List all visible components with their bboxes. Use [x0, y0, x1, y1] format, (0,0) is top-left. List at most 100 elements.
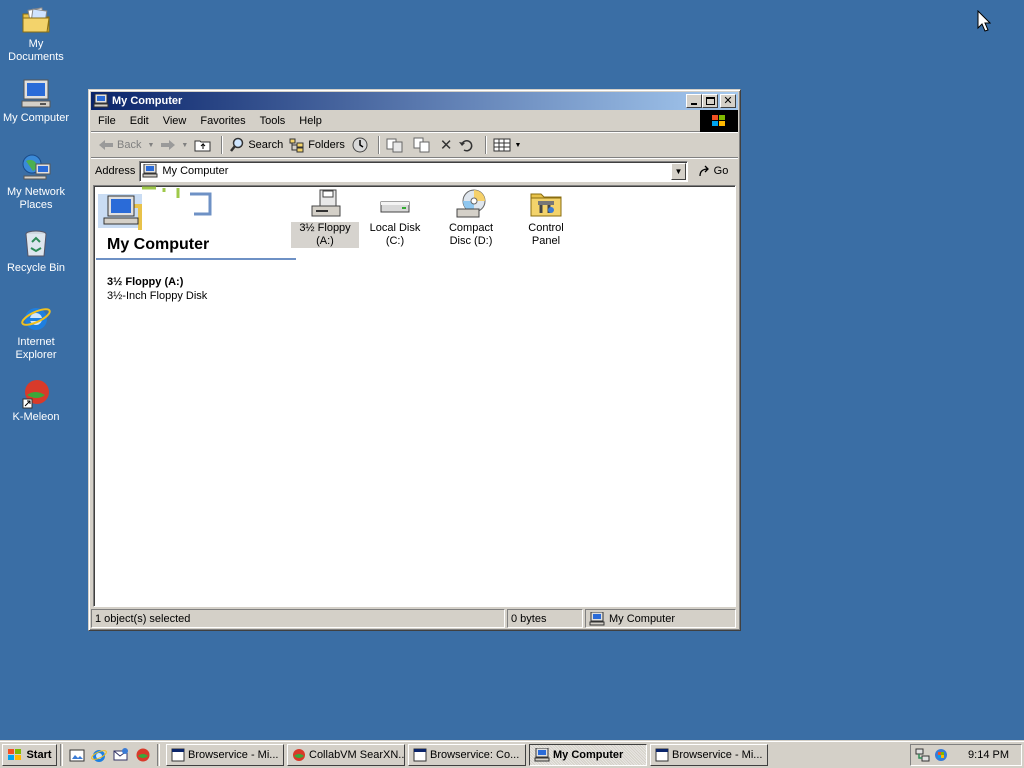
window-title: My Computer [112, 95, 183, 107]
window-icon [171, 748, 185, 761]
my-computer-icon [93, 94, 109, 108]
quicklaunch-k-meleon[interactable] [132, 744, 154, 766]
clock[interactable]: 9:14 PM [968, 749, 1009, 761]
chevron-down-icon: ▼ [147, 141, 155, 149]
taskbar-button-label: CollabVM SearXN... [309, 748, 405, 761]
menu-bar: File Edit View Favorites Tools Help [91, 110, 738, 132]
copy-to-button[interactable] [410, 134, 437, 156]
desktop-icon-label: My Computer [2, 112, 70, 124]
floppy-drive-icon [311, 189, 341, 217]
back-arrow-icon [99, 140, 113, 150]
control-panel-item[interactable]: Control Panel [512, 188, 580, 248]
hard-disk-icon [380, 201, 410, 213]
delete-icon: ✕ [439, 137, 453, 154]
status-size-text: 0 bytes [511, 612, 547, 625]
search-button[interactable]: Search [226, 134, 286, 156]
window-icon [655, 748, 669, 761]
taskbar-button-browservice-2[interactable]: Browservice: Co... [408, 743, 526, 766]
desktop-icon-internet-explorer[interactable]: Internet Explorer [0, 302, 72, 362]
network-tray-icon [915, 748, 930, 762]
my-computer-icon [589, 611, 605, 625]
menu-edit[interactable]: Edit [123, 115, 156, 127]
desktop-icon-label: Internet Explorer [15, 336, 57, 361]
taskbar-button-my-computer[interactable]: My Computer [529, 743, 647, 766]
search-icon [230, 137, 244, 152]
minimize-button[interactable] [686, 94, 702, 108]
menu-view[interactable]: View [156, 115, 194, 127]
maximize-icon [705, 97, 715, 105]
drive-compact-disc-d[interactable]: Compact Disc (D:) [437, 188, 505, 248]
menu-help[interactable]: Help [292, 115, 329, 127]
desktop-icon-label: Recycle Bin [6, 262, 66, 274]
go-label: Go [713, 165, 729, 177]
system-tray: 9:14 PM [910, 744, 1022, 766]
status-selection-text: 1 object(s) selected [95, 612, 191, 625]
forward-arrow-icon [161, 140, 176, 150]
internet-explorer-icon [21, 308, 51, 330]
windows-update-icon [935, 749, 947, 761]
toolbar-separator [377, 136, 380, 154]
drive-label: Control Panel [528, 222, 564, 247]
desktop-icon-network-places[interactable]: My Network Places [0, 152, 72, 212]
address-dropdown-button[interactable]: ▼ [671, 162, 686, 180]
back-button[interactable]: Back ▼ [95, 134, 157, 156]
drive-floppy-a[interactable]: 3½ Floppy (A:) [291, 188, 359, 248]
desktop-icon-label: K-Meleon [12, 411, 60, 423]
desktop-icon-recycle-bin[interactable]: Recycle Bin [0, 228, 72, 275]
minimize-icon [691, 103, 697, 105]
taskbar-button-browservice-3[interactable]: Browservice - Mi... [650, 743, 768, 766]
desktop-icon-label: My Documents [8, 38, 64, 63]
go-arrow-icon [699, 165, 709, 177]
desktop-icon-my-computer[interactable]: My Computer [0, 78, 72, 125]
quicklaunch-internet-explorer[interactable] [88, 744, 110, 766]
address-input[interactable]: My Computer ▼ [139, 160, 688, 182]
taskbar-button-label: Browservice: Co... [430, 748, 520, 761]
close-button[interactable]: ✕ [720, 94, 736, 108]
desktop-icon-k-meleon[interactable]: K-Meleon [0, 377, 72, 424]
selected-item-description: 3½-Inch Floppy Disk [107, 290, 208, 302]
copy-to-icon [413, 137, 430, 153]
k-meleon-icon [22, 380, 49, 409]
up-folder-icon [194, 140, 211, 152]
window-icon [413, 748, 427, 761]
start-button[interactable]: Start [2, 743, 57, 766]
taskbar-button-collabvm[interactable]: CollabVM SearXN... [287, 743, 405, 766]
standard-toolbar: Back ▼ ▼ Search Folders ✕ ▼ [91, 133, 738, 158]
drive-local-disk-c[interactable]: Local Disk (C:) [361, 188, 429, 248]
windows-logo-icon [8, 748, 22, 760]
maximize-button[interactable] [702, 94, 718, 108]
windows-logo-icon [700, 110, 738, 132]
quicklaunch-show-desktop[interactable] [66, 744, 88, 766]
network-places-icon [22, 154, 51, 180]
webview-divider [96, 258, 296, 260]
go-button[interactable]: Go [688, 165, 738, 177]
taskbar-button-label: Browservice - Mi... [188, 748, 279, 761]
menu-favorites[interactable]: Favorites [193, 115, 252, 127]
my-computer-icon [534, 747, 550, 761]
taskbar-button-browservice-1[interactable]: Browservice - Mi... [166, 743, 284, 766]
delete-button[interactable]: ✕ [437, 134, 456, 156]
menu-file[interactable]: File [91, 115, 123, 127]
window-titlebar[interactable]: My Computer ✕ [91, 92, 738, 110]
undo-button[interactable] [455, 134, 482, 156]
views-icon [493, 138, 511, 152]
my-computer-window: My Computer ✕ File Edit View Favorites T… [88, 89, 741, 631]
k-meleon-icon [136, 748, 150, 761]
show-desktop-icon [69, 749, 85, 761]
status-location: My Computer [585, 609, 736, 628]
status-selection: 1 object(s) selected [91, 609, 505, 628]
menu-tools[interactable]: Tools [253, 115, 293, 127]
taskbar-button-label: Browservice - Mi... [672, 748, 763, 761]
desktop-icon-my-documents[interactable]: My Documents [0, 4, 72, 64]
quicklaunch-outlook-express[interactable] [110, 744, 132, 766]
history-button[interactable] [348, 134, 375, 156]
folders-button[interactable]: Folders [286, 134, 348, 156]
my-computer-icon [142, 164, 158, 178]
folder-view[interactable]: My Computer 3½ Floppy (A:) 3½-Inch Flopp… [93, 185, 736, 607]
drive-label: Local Disk (C:) [369, 222, 421, 247]
views-button[interactable]: ▼ [490, 134, 524, 156]
forward-button[interactable]: ▼ [157, 134, 191, 156]
move-to-button[interactable] [383, 134, 410, 156]
up-folder-button[interactable] [191, 134, 218, 156]
taskbar-separator [60, 743, 63, 766]
